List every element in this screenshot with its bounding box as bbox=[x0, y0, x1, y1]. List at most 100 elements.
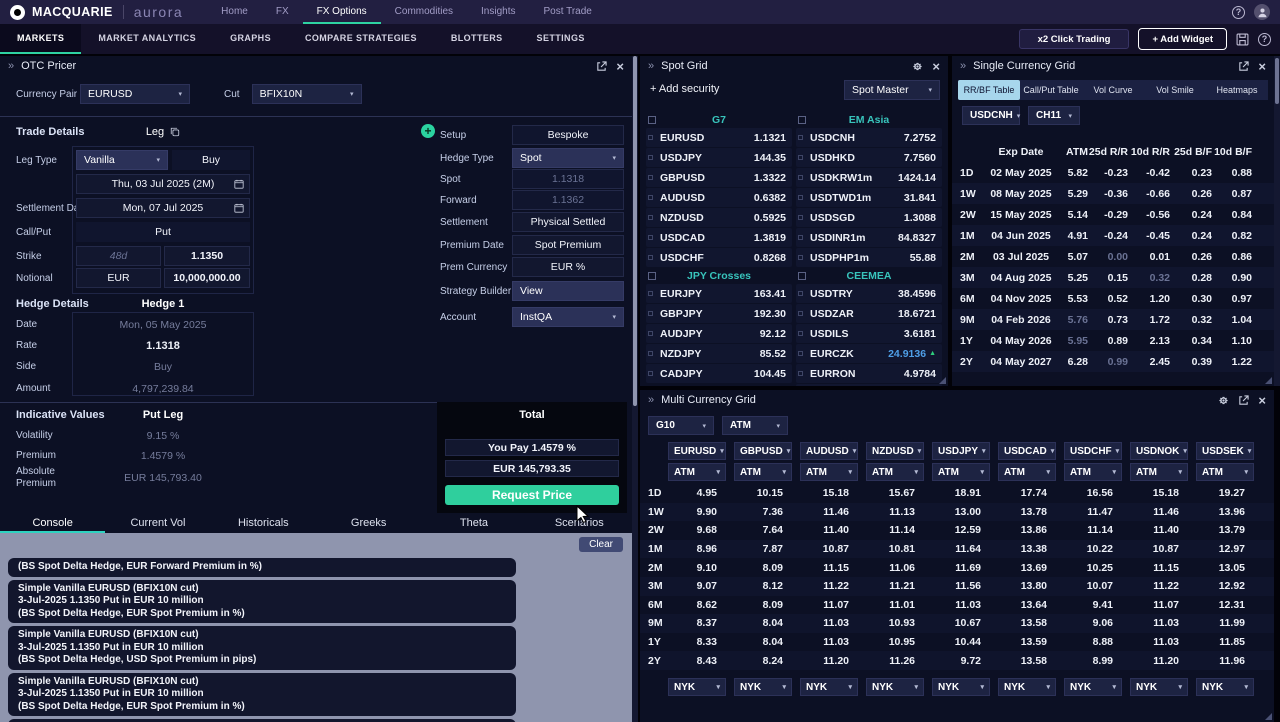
spot-row-gbpjpy[interactable]: GBPJPY192.30 bbox=[646, 304, 792, 323]
single-grid-tab-rr-bf-table[interactable]: RR/BF Table bbox=[958, 80, 1020, 100]
drag-handle-icon[interactable] bbox=[798, 351, 803, 356]
single-grid-row-1Y[interactable]: 1Y04 May 20265.950.892.130.341.10 bbox=[952, 330, 1274, 351]
add-leg-button[interactable]: + bbox=[421, 124, 435, 138]
subnav-tab-market-analytics[interactable]: MARKET ANALYTICS bbox=[81, 24, 213, 54]
vol-cell[interactable]: -0.45 bbox=[1128, 230, 1170, 242]
drag-handle-icon[interactable] bbox=[648, 155, 653, 160]
vol-cell[interactable]: 11.20 bbox=[1126, 655, 1192, 667]
vol-cell[interactable]: 10.87 bbox=[796, 543, 862, 555]
currency-select-usdjpy[interactable]: USDJPY▾ bbox=[932, 442, 990, 460]
vol-cell[interactable]: -0.66 bbox=[1128, 188, 1170, 200]
console-tab-greeks[interactable]: Greeks bbox=[316, 514, 421, 533]
vol-cell[interactable]: 13.96 bbox=[1192, 506, 1258, 518]
user-avatar[interactable] bbox=[1254, 4, 1270, 20]
multi-grid-row-3M[interactable]: 3M9.078.1211.2211.2111.5613.8010.0711.22… bbox=[640, 577, 1274, 596]
cut-select-nzdusd[interactable]: NYK▾ bbox=[866, 678, 924, 696]
single-grid-row-2M[interactable]: 2M03 Jul 20255.070.000.010.260.86 bbox=[952, 246, 1274, 267]
vol-cell[interactable]: 11.85 bbox=[1192, 636, 1258, 648]
single-grid-tab-vol-smile[interactable]: Vol Smile bbox=[1144, 80, 1206, 100]
vol-cell[interactable]: 11.07 bbox=[796, 599, 862, 611]
vol-cell[interactable]: 11.03 bbox=[928, 599, 994, 611]
metric-select-usdnok[interactable]: ATM▾ bbox=[1130, 463, 1188, 481]
vol-cell[interactable]: 10.07 bbox=[1060, 580, 1126, 592]
collapse-panel-icon[interactable]: » bbox=[960, 61, 966, 72]
notional-value-field[interactable]: 10,000,000.00 bbox=[164, 268, 250, 288]
vol-cell[interactable]: 12.31 bbox=[1192, 599, 1258, 611]
spot-field[interactable]: 1.1318 bbox=[512, 169, 624, 189]
vol-cell[interactable]: 9.10 bbox=[664, 562, 730, 574]
currency-select-usdchf[interactable]: USDCHF▾ bbox=[1064, 442, 1122, 460]
vol-cell[interactable]: 10.25 bbox=[1060, 562, 1126, 574]
spot-row-usdhkd[interactable]: USDHKD7.7560 bbox=[796, 148, 942, 167]
spot-row-eurusd[interactable]: EURUSD1.1321 bbox=[646, 128, 792, 147]
setup-field[interactable]: Bespoke bbox=[512, 125, 624, 145]
vol-cell[interactable]: 11.20 bbox=[796, 655, 862, 667]
vol-cell[interactable]: 12.59 bbox=[928, 524, 994, 536]
subnav-tab-settings[interactable]: SETTINGS bbox=[520, 24, 602, 54]
drag-handle-icon[interactable] bbox=[798, 135, 803, 140]
spot-master-select[interactable]: Spot Master▾ bbox=[844, 80, 940, 100]
topnav-item-fx[interactable]: FX bbox=[262, 0, 303, 24]
topnav-item-home[interactable]: Home bbox=[207, 0, 262, 24]
spot-row-usdjpy[interactable]: USDJPY144.35 bbox=[646, 148, 792, 167]
vol-cell[interactable]: 0.82 bbox=[1212, 230, 1252, 242]
vol-cell[interactable]: 0.52 bbox=[1088, 293, 1128, 305]
vol-cell[interactable]: 0.97 bbox=[1212, 293, 1252, 305]
hedge-date-value[interactable]: Mon, 05 May 2025 bbox=[72, 319, 254, 331]
vol-cell[interactable]: 9.06 bbox=[1060, 617, 1126, 629]
drag-handle-icon[interactable] bbox=[798, 195, 803, 200]
single-grid-cut-select[interactable]: CH11▾ bbox=[1028, 106, 1080, 125]
currency-select-eurusd[interactable]: EURUSD▾ bbox=[668, 442, 726, 460]
multi-grid-row-2M[interactable]: 2M9.108.0911.1511.0611.6913.6910.2511.15… bbox=[640, 558, 1274, 577]
multi-grid-row-2Y[interactable]: 2Y8.438.2411.2011.269.7213.588.9911.2011… bbox=[640, 651, 1274, 670]
spot-row-usdils[interactable]: USDILS3.6181 bbox=[796, 324, 942, 343]
vol-cell[interactable]: 0.15 bbox=[1088, 272, 1128, 284]
vol-cell[interactable]: 1.04 bbox=[1212, 314, 1252, 326]
vol-cell[interactable]: 8.04 bbox=[730, 617, 796, 629]
add-security-button[interactable]: + Add security bbox=[650, 83, 719, 95]
resize-handle[interactable] bbox=[1265, 713, 1272, 720]
settlement-date-field[interactable]: Mon, 07 Jul 2025 bbox=[76, 198, 250, 218]
multi-grid-row-1D[interactable]: 1D4.9510.1515.1815.6718.9117.7416.5615.1… bbox=[640, 484, 1274, 503]
vol-cell[interactable]: -0.23 bbox=[1088, 167, 1128, 179]
vol-cell[interactable]: -0.29 bbox=[1088, 209, 1128, 221]
vol-cell[interactable]: 13.58 bbox=[994, 655, 1060, 667]
request-price-button[interactable]: Request Price bbox=[445, 485, 619, 505]
spot-row-nzdjpy[interactable]: NZDJPY85.52 bbox=[646, 344, 792, 363]
vol-cell[interactable]: 0.24 bbox=[1170, 209, 1212, 221]
vol-cell[interactable]: 10.67 bbox=[928, 617, 994, 629]
vol-cell[interactable]: 11.07 bbox=[1126, 599, 1192, 611]
vol-cell[interactable]: 13.38 bbox=[994, 543, 1060, 555]
popout-icon[interactable] bbox=[1238, 395, 1249, 406]
vol-cell[interactable]: 11.99 bbox=[1192, 617, 1258, 629]
spot-row-audjpy[interactable]: AUDJPY92.12 bbox=[646, 324, 792, 343]
spot-row-eurczk[interactable]: EURCZK24.9136▲ bbox=[796, 344, 942, 363]
vol-cell[interactable]: 9.07 bbox=[664, 580, 730, 592]
topnav-item-insights[interactable]: Insights bbox=[467, 0, 529, 24]
vol-cell[interactable]: 0.90 bbox=[1212, 272, 1252, 284]
vol-cell[interactable]: 0.32 bbox=[1128, 272, 1170, 284]
cut-select-eurusd[interactable]: NYK▾ bbox=[668, 678, 726, 696]
vol-cell[interactable]: 11.69 bbox=[928, 562, 994, 574]
vol-cell[interactable]: 12.97 bbox=[1192, 543, 1258, 555]
vol-cell[interactable]: 11.03 bbox=[796, 636, 862, 648]
vol-cell[interactable]: 13.64 bbox=[994, 599, 1060, 611]
vol-cell[interactable]: 0.28 bbox=[1170, 272, 1212, 284]
vol-cell[interactable]: 15.18 bbox=[796, 487, 862, 499]
vol-cell[interactable]: 0.30 bbox=[1170, 293, 1212, 305]
metric-select-usdjpy[interactable]: ATM▾ bbox=[932, 463, 990, 481]
vol-cell[interactable]: 5.82 bbox=[1058, 167, 1088, 179]
currency-select-usdnok[interactable]: USDNOK▾ bbox=[1130, 442, 1188, 460]
vol-cell[interactable]: 8.09 bbox=[730, 599, 796, 611]
drag-handle-icon[interactable] bbox=[798, 215, 803, 220]
prem-currency-field[interactable]: EUR % bbox=[512, 257, 624, 277]
expiry-date-field[interactable]: Thu, 03 Jul 2025 (2M) bbox=[76, 174, 250, 194]
drag-handle-icon[interactable] bbox=[648, 255, 653, 260]
currency-select-audusd[interactable]: AUDUSD▾ bbox=[800, 442, 858, 460]
drag-handle-icon[interactable] bbox=[798, 155, 803, 160]
metric-select-nzdusd[interactable]: ATM▾ bbox=[866, 463, 924, 481]
vol-cell[interactable]: 7.36 bbox=[730, 506, 796, 518]
vertical-scrollbar[interactable] bbox=[1274, 56, 1280, 386]
vol-cell[interactable]: 0.01 bbox=[1128, 251, 1170, 263]
vol-cell[interactable]: 8.33 bbox=[664, 636, 730, 648]
